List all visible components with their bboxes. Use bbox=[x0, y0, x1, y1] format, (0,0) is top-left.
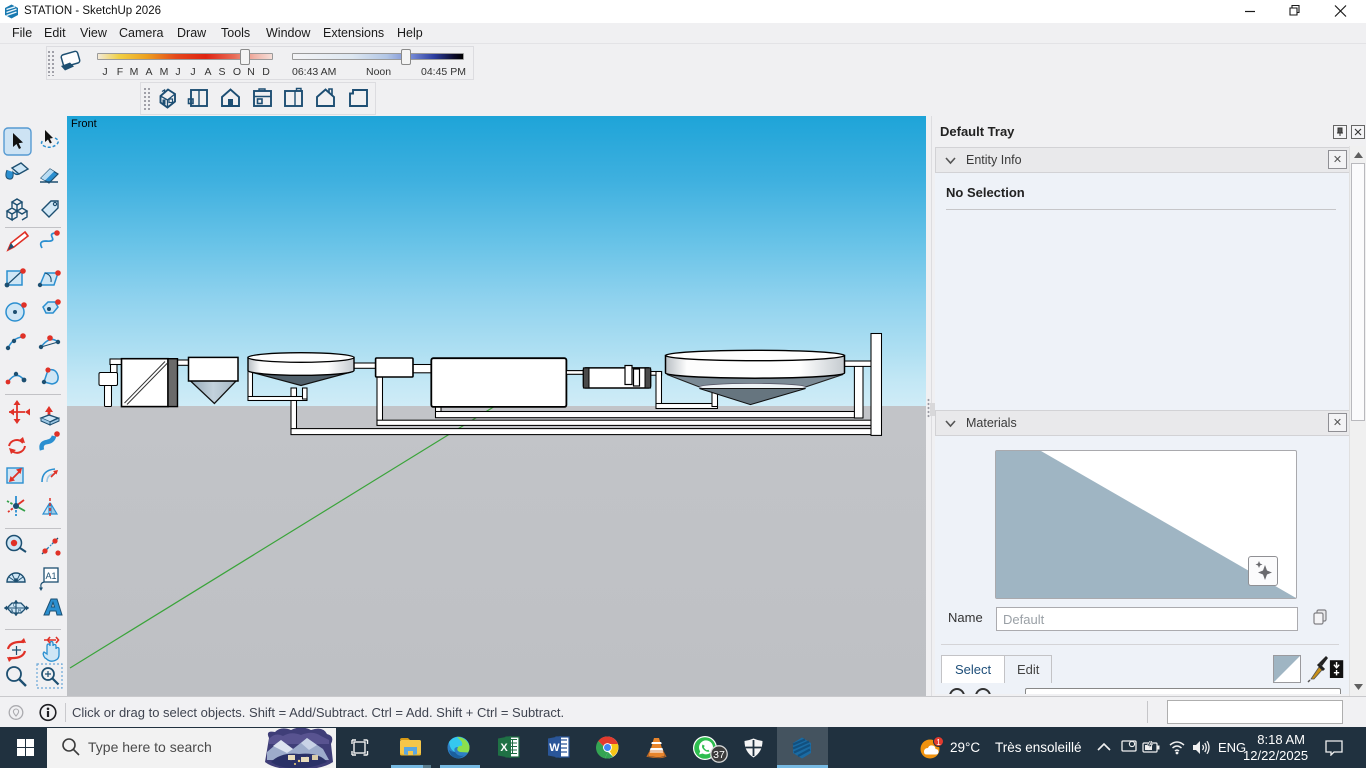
svg-text:B: B bbox=[18, 609, 22, 615]
svg-text:37: 37 bbox=[713, 749, 725, 761]
svg-text:W: W bbox=[549, 742, 560, 754]
svg-text:X: X bbox=[500, 742, 508, 754]
svg-text:A1: A1 bbox=[45, 571, 56, 581]
svg-text:A: A bbox=[10, 609, 14, 615]
svg-text:1: 1 bbox=[936, 738, 941, 747]
